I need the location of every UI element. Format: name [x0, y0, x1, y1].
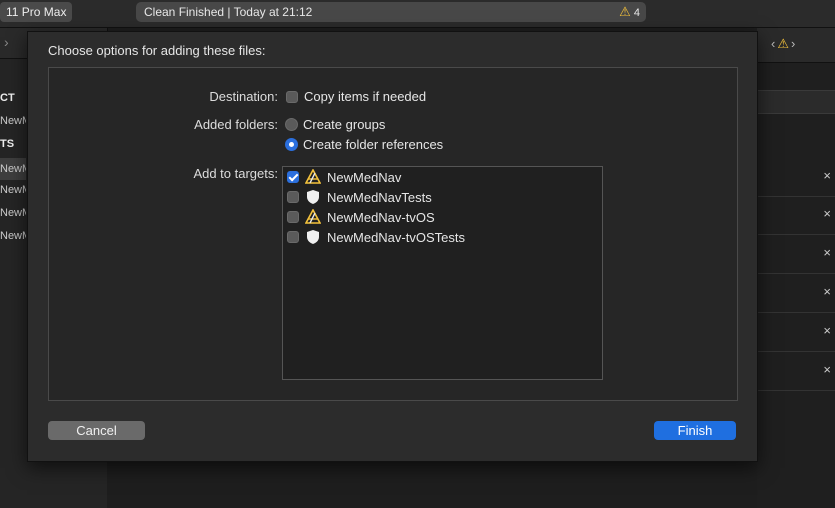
cancel-button[interactable]: Cancel	[48, 421, 145, 440]
chevron-right-icon[interactable]: ›	[4, 34, 9, 50]
nav-item-selected[interactable]: NewMedNav	[0, 158, 26, 180]
create-groups-option[interactable]: Create groups	[285, 117, 385, 132]
add-to-targets-label: Add to targets:	[193, 166, 278, 181]
remove-icon[interactable]: ×	[823, 245, 831, 260]
target-row[interactable]: NewMedNav-tvOSTests	[287, 227, 465, 247]
nav-item[interactable]: NewMedNavTests	[0, 184, 26, 200]
remove-icon[interactable]: ×	[823, 284, 831, 299]
editor-field[interactable]	[757, 90, 835, 114]
remove-icon[interactable]: ×	[823, 168, 831, 183]
app-icon	[305, 209, 321, 224]
remove-icon[interactable]: ×	[823, 206, 831, 221]
sheet-title: Choose options for adding these files:	[48, 43, 266, 58]
warning-icon: ⚠	[619, 4, 631, 19]
target-name: NewMedNav-tvOSTests	[327, 229, 465, 245]
added-folders-label: Added folders:	[194, 117, 278, 132]
editor-row: ×	[757, 235, 835, 274]
nav-section-header: CT	[0, 92, 15, 104]
editor-area: ‹⚠› × × × × × ×	[757, 28, 835, 508]
target-checkbox[interactable]	[287, 171, 299, 183]
targets-list: NewMedNav NewMedNavTests NewMedNav-tvOS	[282, 166, 603, 380]
nav-section-header: TS	[0, 138, 15, 150]
create-folder-references-label: Create folder references	[303, 137, 444, 152]
window-toolbar: 11 Pro Max Clean Finished | Today at 21:…	[0, 0, 835, 28]
target-row[interactable]: NewMedNav	[287, 167, 401, 187]
editor-row: ×	[757, 274, 835, 313]
test-bundle-icon	[307, 190, 319, 204]
target-row[interactable]: NewMedNav-tvOS	[287, 207, 435, 227]
create-folder-references-radio[interactable]	[285, 138, 298, 151]
add-files-options-sheet: Choose options for adding these files: D…	[27, 31, 758, 462]
options-panel: Destination: Copy items if needed Added …	[48, 67, 738, 401]
nav-item[interactable]: NewMedNav	[0, 115, 26, 131]
create-groups-radio[interactable]	[285, 118, 298, 131]
copy-items-label: Copy items if needed	[304, 89, 427, 104]
warning-icon[interactable]: ⚠	[777, 36, 791, 51]
scheme-device-selector[interactable]: 11 Pro Max	[0, 2, 73, 22]
create-groups-label: Create groups	[303, 117, 386, 132]
copy-items-checkbox[interactable]	[286, 90, 298, 103]
target-name: NewMedNav-tvOS	[327, 209, 435, 225]
target-name: NewMedNavTests	[327, 189, 432, 205]
editor-row: ×	[757, 158, 835, 197]
editor-background	[107, 461, 757, 508]
editor-row: ×	[757, 352, 835, 391]
chevron-right-icon[interactable]: ›	[791, 36, 797, 51]
destination-label: Destination:	[209, 89, 278, 104]
target-checkbox[interactable]	[287, 231, 299, 243]
target-name: NewMedNav	[327, 169, 402, 185]
target-row[interactable]: NewMedNavTests	[287, 187, 432, 207]
remove-icon[interactable]: ×	[823, 362, 831, 377]
nav-item[interactable]: NewMedNav-tvOS	[0, 207, 26, 223]
copy-items-option[interactable]: Copy items if needed	[286, 89, 426, 104]
editor-row: ×	[757, 313, 835, 352]
app-icon	[305, 169, 321, 184]
nav-item[interactable]: NewMedNav-tvOSTests	[0, 230, 26, 246]
target-checkbox[interactable]	[287, 211, 299, 223]
editor-jumpbar: ‹⚠›	[757, 28, 835, 63]
jumpbar-controls: ‹⚠›	[771, 36, 797, 52]
editor-row: ×	[757, 196, 835, 235]
activity-view[interactable]: Clean Finished | Today at 21:12 ⚠ 4	[136, 2, 646, 22]
finish-button[interactable]: Finish	[654, 421, 736, 440]
warning-count: 4	[633, 7, 640, 19]
target-checkbox[interactable]	[287, 191, 299, 203]
warnings-indicator[interactable]: ⚠ 4	[619, 2, 640, 23]
activity-status-text: Clean Finished | Today at 21:12	[144, 5, 313, 19]
test-bundle-icon	[307, 230, 319, 244]
remove-icon[interactable]: ×	[823, 323, 831, 338]
create-folder-references-option[interactable]: Create folder references	[285, 137, 443, 152]
